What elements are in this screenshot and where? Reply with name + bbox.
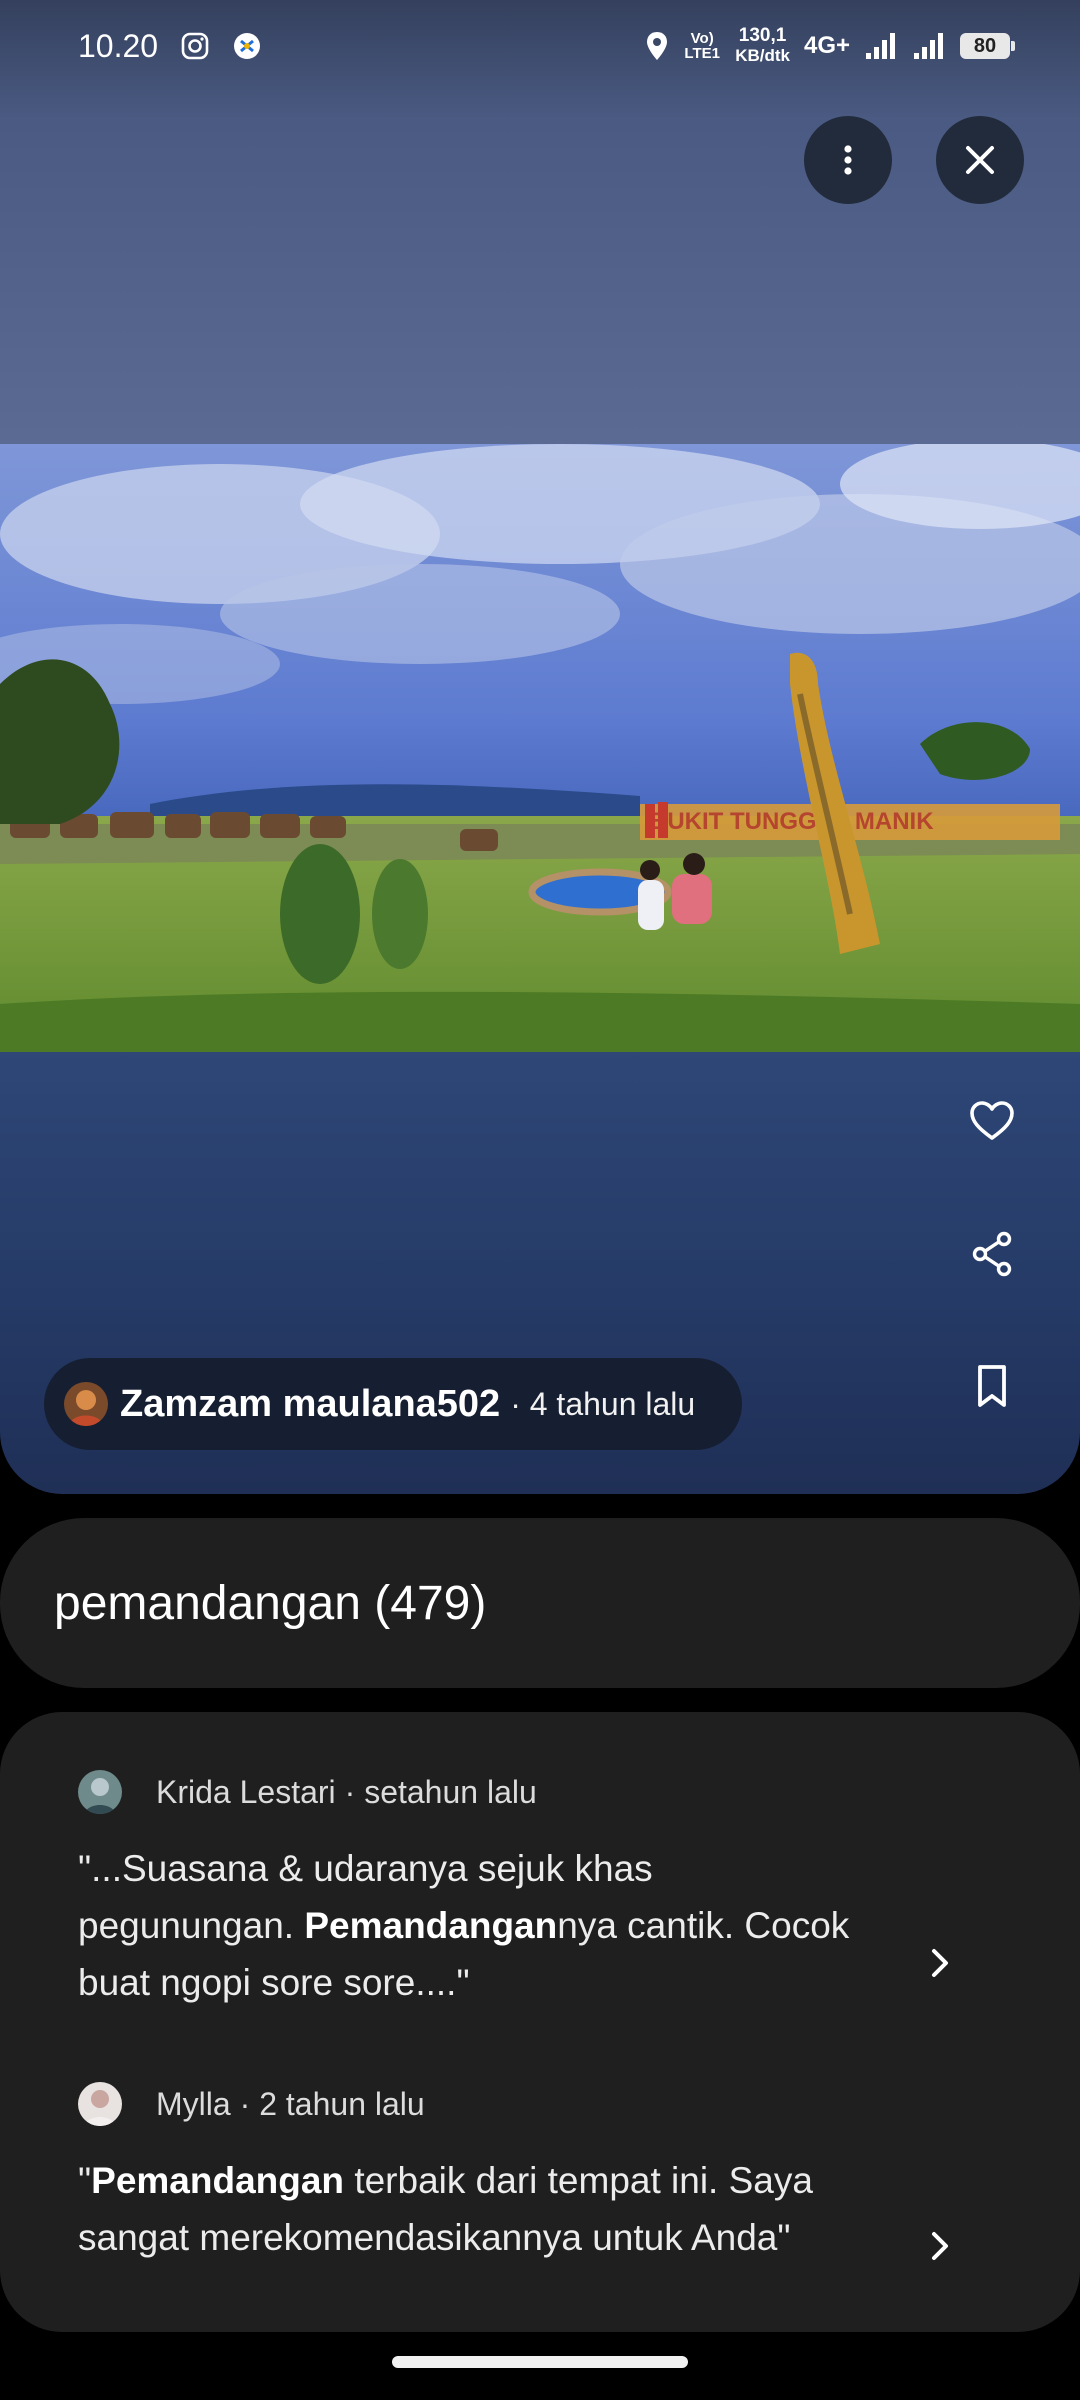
- save-button[interactable]: [950, 1344, 1034, 1428]
- author-name: Zamzam maulana502: [120, 1382, 501, 1425]
- review-snippet: "Pemandangan terbaik dari tempat ini. Sa…: [78, 2152, 878, 2266]
- more-vert-icon: [844, 145, 852, 175]
- status-time: 10.20: [78, 27, 159, 64]
- close-icon: [966, 146, 994, 174]
- network-speed: 130,1 KB/dtk: [735, 26, 790, 66]
- share-icon: [972, 1231, 1012, 1277]
- review-highlight: Pemandangan: [91, 2160, 345, 2201]
- volte-indicator: Vo) LTE1: [684, 30, 720, 62]
- reviewer-name: Krida Lestari: [156, 1773, 336, 1810]
- share-button[interactable]: [950, 1212, 1034, 1296]
- battery-indicator: 80: [960, 33, 1015, 59]
- network-type: 4G+: [803, 32, 850, 59]
- review-highlight: Pemandangan: [304, 1905, 558, 1946]
- signal-2-icon: [912, 31, 946, 61]
- reviewer-avatar: [78, 1770, 122, 1814]
- topic-chip[interactable]: pemandangan (479): [0, 1518, 1080, 1688]
- author-time: · 4 tahun lalu: [510, 1385, 696, 1422]
- gesture-nav-handle[interactable]: [392, 2356, 688, 2368]
- reviews-card: Krida Lestari · setahun lalu "...Suasana…: [0, 1712, 1080, 2332]
- review-item[interactable]: Mylla · 2 tahun lalu "Pemandangan terbai…: [78, 2082, 998, 2266]
- status-bar: 10.20 Vo) LTE1 130,1 KB/dtk 4G+ 80: [0, 0, 1080, 92]
- app-notification-icon: [232, 31, 262, 61]
- reviewer-avatar: [78, 2082, 122, 2126]
- signal-icon: [864, 31, 898, 61]
- reviewer-name: Mylla: [156, 2085, 231, 2122]
- author-chip[interactable]: Zamzam maulana502 · 4 tahun lalu: [44, 1358, 742, 1450]
- location-icon: [645, 31, 669, 61]
- more-options-button[interactable]: [804, 116, 892, 204]
- landscape-photo[interactable]: BUKIT TUNGGUL MANIK: [0, 444, 1080, 1052]
- review-snippet: "...Suasana & udaranya sejuk khas pegunu…: [78, 1840, 878, 2011]
- heart-icon: [970, 1101, 1014, 1140]
- photo-sign-text: BUKIT TUNGGUL MANIK: [650, 808, 934, 835]
- instagram-icon: [180, 31, 210, 61]
- chevron-right-icon: [932, 2232, 948, 2260]
- author-avatar: [64, 1382, 108, 1426]
- close-button[interactable]: [936, 116, 1024, 204]
- review-item[interactable]: Krida Lestari · setahun lalu "...Suasana…: [78, 1770, 998, 2011]
- review-text-part: ": [78, 2160, 92, 2201]
- chevron-right-icon: [932, 1949, 948, 1977]
- topic-label: pemandangan (479): [54, 1576, 487, 1630]
- speed-value: 130,1: [738, 25, 787, 46]
- like-button[interactable]: [950, 1080, 1034, 1164]
- review-time: · setahun lalu: [344, 1773, 537, 1810]
- photo-viewer: 10.20 Vo) LTE1 130,1 KB/dtk 4G+ 80 BUKIT…: [0, 0, 1080, 1494]
- review-time: · 2 tahun lalu: [239, 2085, 425, 2122]
- bookmark-icon: [978, 1365, 1006, 1407]
- open-review-button[interactable]: [912, 1935, 968, 1991]
- speed-unit: KB/dtk: [735, 46, 790, 65]
- open-review-button[interactable]: [912, 2218, 968, 2274]
